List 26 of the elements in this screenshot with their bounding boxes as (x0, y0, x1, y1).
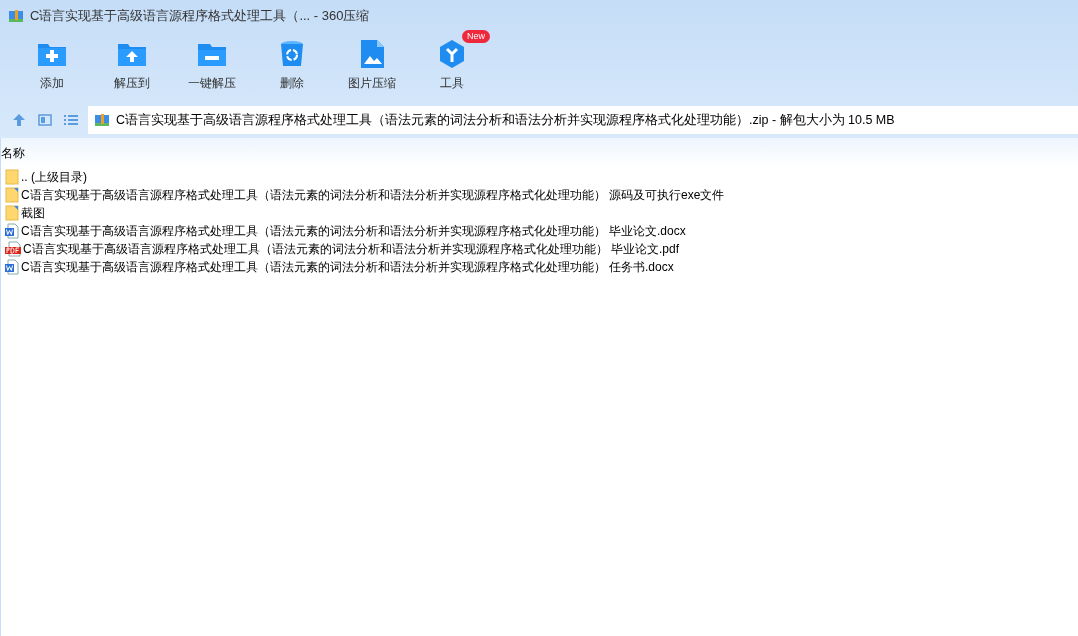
up-arrow-icon[interactable] (12, 113, 26, 127)
folder-icon (5, 187, 19, 203)
toolbar-button[interactable]: 一键解压 (172, 38, 252, 92)
file-name[interactable]: C语言实现基于高级语言源程序格式处理工具（语法元素的词法分析和语法分析并实现源程序格式化处理功能） 毕业论文.docx (21, 222, 686, 240)
toolbar-button[interactable]: 解压到 (92, 38, 172, 92)
thumbnail-view-icon[interactable] (38, 114, 52, 126)
list-view-icon[interactable] (64, 114, 78, 126)
folder-icon (5, 169, 19, 185)
window-title: C语言实现基于高级语言源程序格式处理工具（... - 360压缩 (30, 7, 370, 26)
file-name[interactable]: C语言实现基于高级语言源程序格式处理工具（语法元素的词法分析和语法分析并实现源程序格式化处理功能） 源码及可执行exe文件 (21, 186, 725, 204)
toolbar-button[interactable]: 图片压缩 (332, 38, 412, 92)
file-name[interactable]: C语言实现基于高级语言源程序格式处理工具（语法元素的词法分析和语法分析并实现源程序格式化处理功能） 毕业论文.pdf (23, 240, 679, 258)
file-name[interactable]: C语言实现基于高级语言源程序格式处理工具（语法元素的词法分析和语法分析并实现源程序格式化处理功能） 任务书.docx (21, 258, 674, 276)
file-name[interactable]: .. (上级目录) (21, 168, 87, 186)
new-badge: New (462, 30, 490, 43)
word-document-icon (5, 259, 19, 275)
toolbar-button[interactable]: 删除 (252, 38, 332, 92)
archive-icon (94, 112, 110, 128)
toolbar-button[interactable]: 添加 (12, 38, 92, 92)
archive-icon (8, 8, 24, 24)
file-name[interactable]: 截图 (21, 204, 45, 222)
address-field[interactable]: C语言实现基于高级语言源程序格式处理工具（语法元素的词法分析和语法分析并实现源程序格式化处理功能）.zip - 解包大小为 10.5 MB (88, 106, 1078, 134)
word-document-icon (5, 223, 19, 239)
pdf-document-icon (5, 241, 21, 257)
column-header[interactable]: 名称 (1, 144, 25, 168)
folder-icon (5, 205, 19, 221)
